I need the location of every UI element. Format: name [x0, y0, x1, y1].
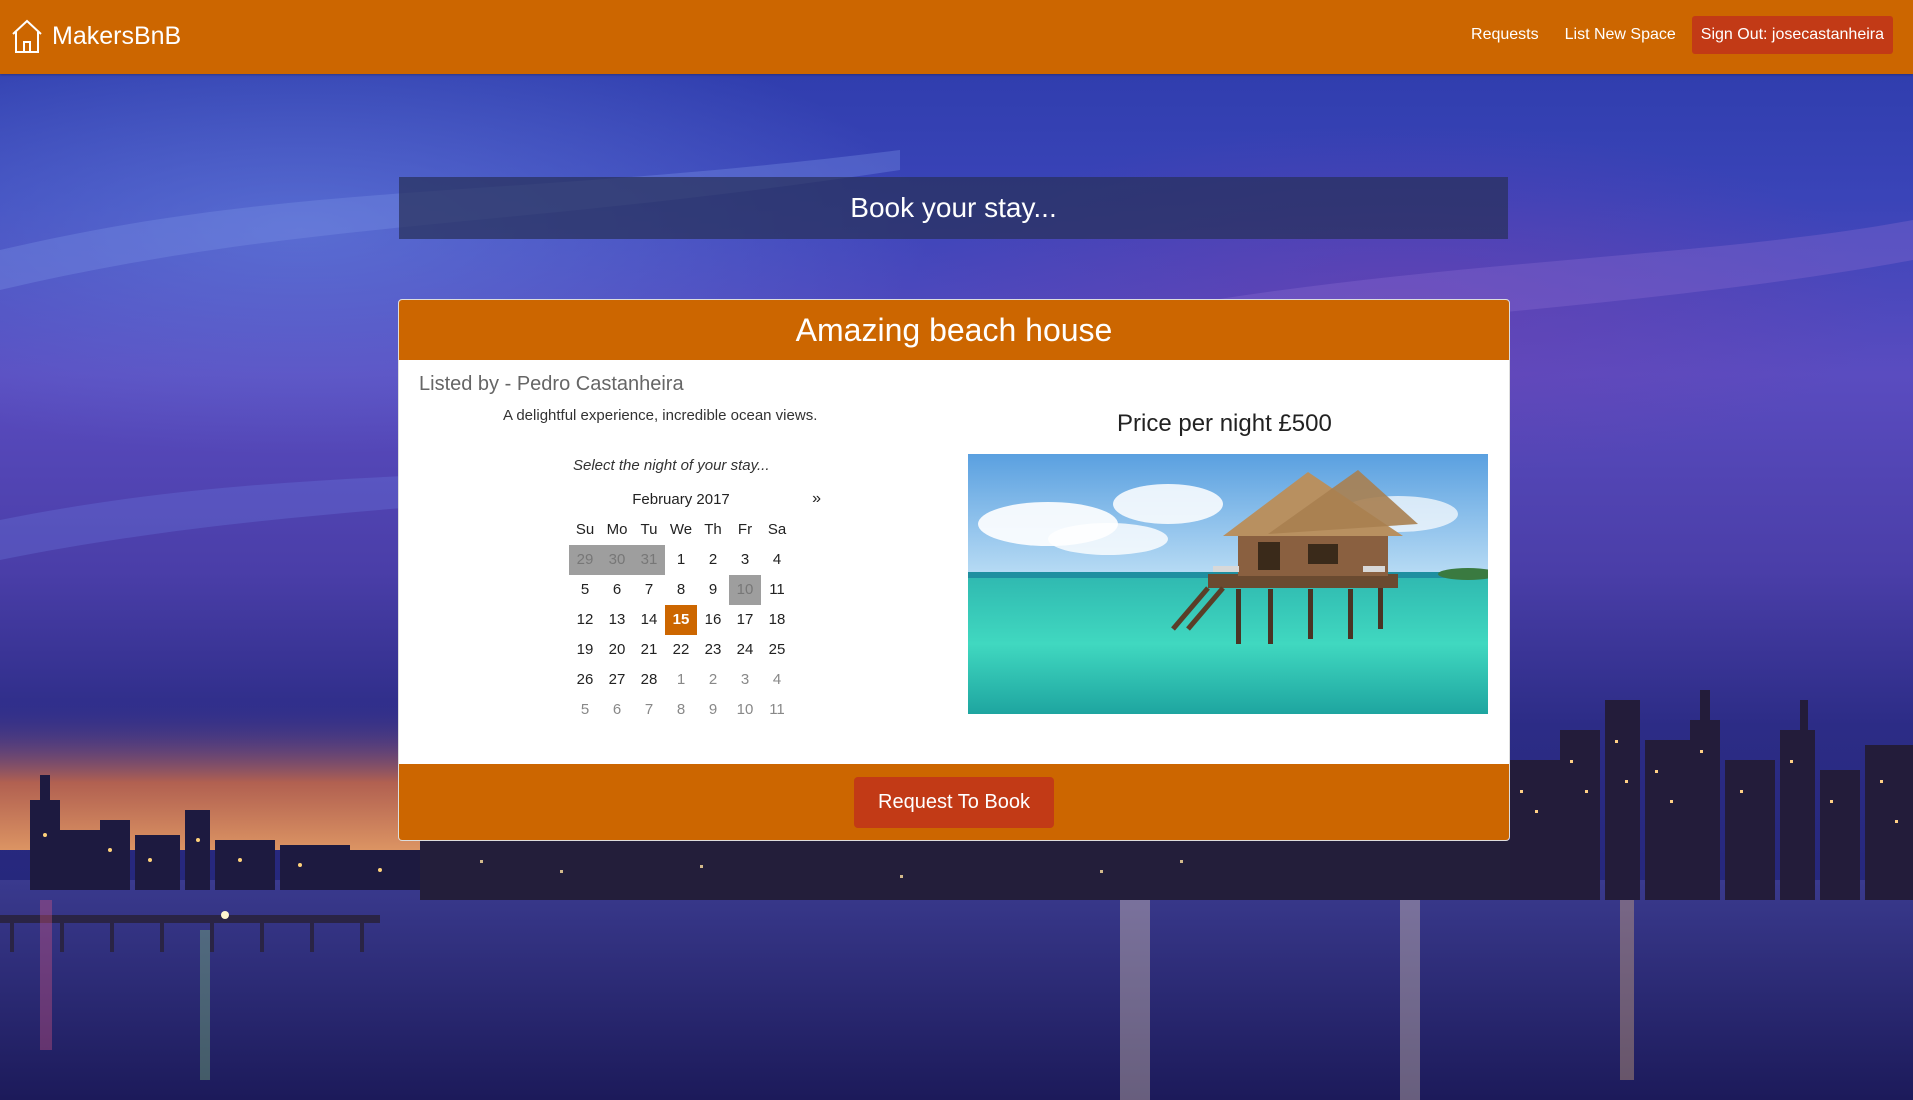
calendar-day[interactable]: 12: [569, 605, 601, 635]
calendar-day[interactable]: 25: [761, 635, 793, 665]
calendar-day[interactable]: 31: [633, 545, 665, 575]
calendar-day[interactable]: 1: [665, 545, 697, 575]
calendar-day[interactable]: 3: [729, 665, 761, 695]
nav-links: Requests List New Space Sign Out: joseca…: [1445, 16, 1893, 54]
calendar-day[interactable]: 11: [761, 575, 793, 605]
request-to-book-button[interactable]: Request To Book: [854, 776, 1054, 828]
calendar-day[interactable]: 18: [761, 605, 793, 635]
card-header: Amazing beach house: [399, 300, 1509, 360]
calendar-weekday: Sa: [767, 521, 787, 538]
calendar-grid: Su Mo Tu We Th Fr Sa 29 30 31 1 2 3 4 5 6 7 8 9 10 11 12 13 14 1…: [569, 515, 831, 725]
calendar-weekday: Mo: [606, 521, 628, 538]
calendar-day[interactable]: 24: [729, 635, 761, 665]
select-night-prompt: Select the night of your stay...: [573, 457, 770, 474]
calendar-day[interactable]: 6: [601, 575, 633, 605]
listing-title: Amazing beach house: [795, 311, 1113, 348]
calendar-day[interactable]: 8: [665, 695, 697, 725]
calendar-weekday: Fr: [737, 521, 753, 538]
calendar-day[interactable]: 3: [729, 545, 761, 575]
calendar-day[interactable]: 19: [569, 635, 601, 665]
calendar-day[interactable]: 23: [697, 635, 729, 665]
listing-photo: [968, 454, 1488, 714]
calendar-day[interactable]: 10: [729, 575, 761, 605]
calendar-day[interactable]: 13: [601, 605, 633, 635]
listed-by: Listed by - Pedro Castanheira: [419, 373, 684, 395]
calendar-day[interactable]: 8: [665, 575, 697, 605]
page-heading-band: Book your stay...: [399, 177, 1508, 239]
calendar-day[interactable]: 16: [697, 605, 729, 635]
sign-out-button[interactable]: Sign Out: josecastanheira: [1691, 16, 1893, 54]
calendar-day[interactable]: 5: [569, 575, 601, 605]
listing-description: A delightful experience, incredible ocea…: [503, 407, 818, 424]
date-picker: February 2017 » Su Mo Tu We Th Fr Sa 29 30 31 1 2 3 4…: [569, 485, 831, 725]
calendar-day[interactable]: 9: [697, 695, 729, 725]
calendar-day[interactable]: 29: [569, 545, 601, 575]
calendar-day[interactable]: 22: [665, 635, 697, 665]
calendar-day[interactable]: 10: [729, 695, 761, 725]
chevron-right-icon[interactable]: »: [812, 490, 821, 508]
nav-link-list-new-space[interactable]: List New Space: [1565, 26, 1676, 44]
calendar-day[interactable]: 14: [633, 605, 665, 635]
calendar-day[interactable]: 27: [601, 665, 633, 695]
calendar-day[interactable]: 4: [761, 545, 793, 575]
calendar-month: February 2017: [632, 491, 730, 508]
calendar-day[interactable]: 21: [633, 635, 665, 665]
calendar-weekday: Su: [575, 521, 595, 538]
page-title: Book your stay...: [850, 192, 1057, 223]
calendar-weekday: Th: [704, 521, 722, 538]
calendar-weekday: We: [669, 521, 693, 538]
calendar-header: February 2017 »: [569, 485, 831, 515]
calendar-day[interactable]: 9: [697, 575, 729, 605]
card-footer: Request To Book: [399, 764, 1509, 840]
calendar-day[interactable]: 7: [633, 575, 665, 605]
brand-name: MakersBnB: [52, 21, 182, 50]
calendar-day[interactable]: 7: [633, 695, 665, 725]
calendar-day[interactable]: 6: [601, 695, 633, 725]
calendar-day[interactable]: 17: [729, 605, 761, 635]
calendar-day[interactable]: 26: [569, 665, 601, 695]
calendar-weekday: Tu: [640, 521, 658, 538]
calendar-day[interactable]: 11: [761, 695, 793, 725]
calendar-day[interactable]: 28: [633, 665, 665, 695]
calendar-day[interactable]: 4: [761, 665, 793, 695]
calendar-day[interactable]: 20: [601, 635, 633, 665]
nav-link-requests[interactable]: Requests: [1471, 26, 1539, 44]
calendar-day[interactable]: 1: [665, 665, 697, 695]
navbar: MakersBnB Requests List New Space Sign O…: [0, 0, 1913, 74]
house-icon: [10, 17, 44, 55]
listing-card: Amazing beach house Listed by - Pedro Ca…: [398, 299, 1510, 841]
calendar-day[interactable]: 2: [697, 545, 729, 575]
calendar-day[interactable]: 15: [665, 605, 697, 635]
calendar-day[interactable]: 2: [697, 665, 729, 695]
price-per-night: Price per night £500: [1117, 410, 1332, 437]
brand-link[interactable]: MakersBnB: [10, 16, 181, 56]
calendar-day[interactable]: 30: [601, 545, 633, 575]
calendar-day[interactable]: 5: [569, 695, 601, 725]
